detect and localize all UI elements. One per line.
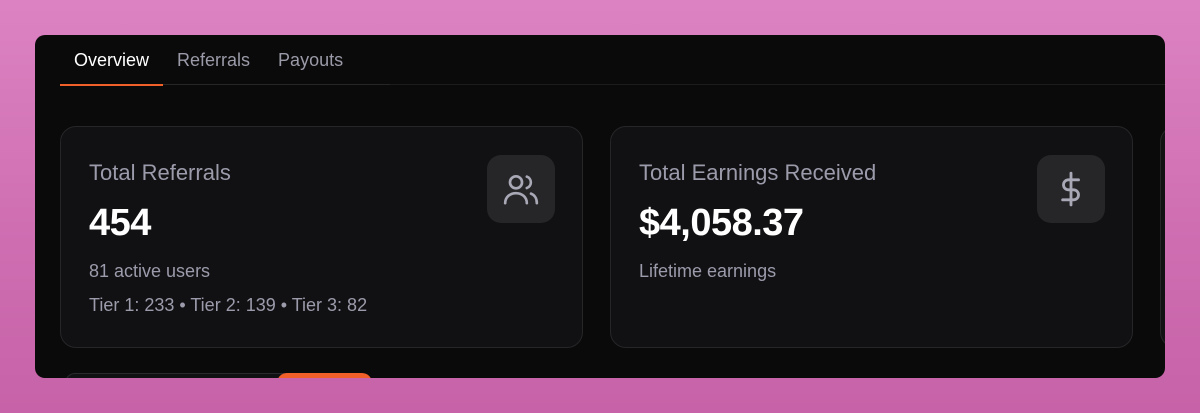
tab-divider [390, 84, 1165, 85]
card-value: 454 [89, 202, 151, 244]
dashboard-window: Overview Referrals Payouts Total Referra… [35, 35, 1165, 378]
total-referrals-card: Total Referrals 454 81 active users Tier… [60, 126, 583, 348]
users-icon [487, 155, 555, 223]
partial-panel [65, 373, 310, 378]
card-title: Total Referrals [89, 160, 231, 185]
partial-accent-badge [277, 373, 372, 378]
card-subtitle: Lifetime earnings [639, 261, 777, 281]
partial-card [1160, 126, 1165, 348]
card-subtitle: 81 active users [89, 261, 211, 281]
tab-overview[interactable]: Overview [60, 35, 164, 86]
tier-breakdown: Tier 1: 233 • Tier 2: 139 • Tier 3: 82 [89, 295, 368, 315]
tab-bar: Overview Referrals Payouts [60, 35, 390, 86]
card-value: $4,058.37 [639, 202, 804, 244]
tab-referrals[interactable]: Referrals [163, 35, 264, 85]
card-title: Total Earnings Received [639, 160, 877, 185]
total-earnings-card: Total Earnings Received $4,058.37 Lifeti… [610, 126, 1133, 348]
dollar-icon [1037, 155, 1105, 223]
tab-payouts[interactable]: Payouts [264, 35, 357, 85]
